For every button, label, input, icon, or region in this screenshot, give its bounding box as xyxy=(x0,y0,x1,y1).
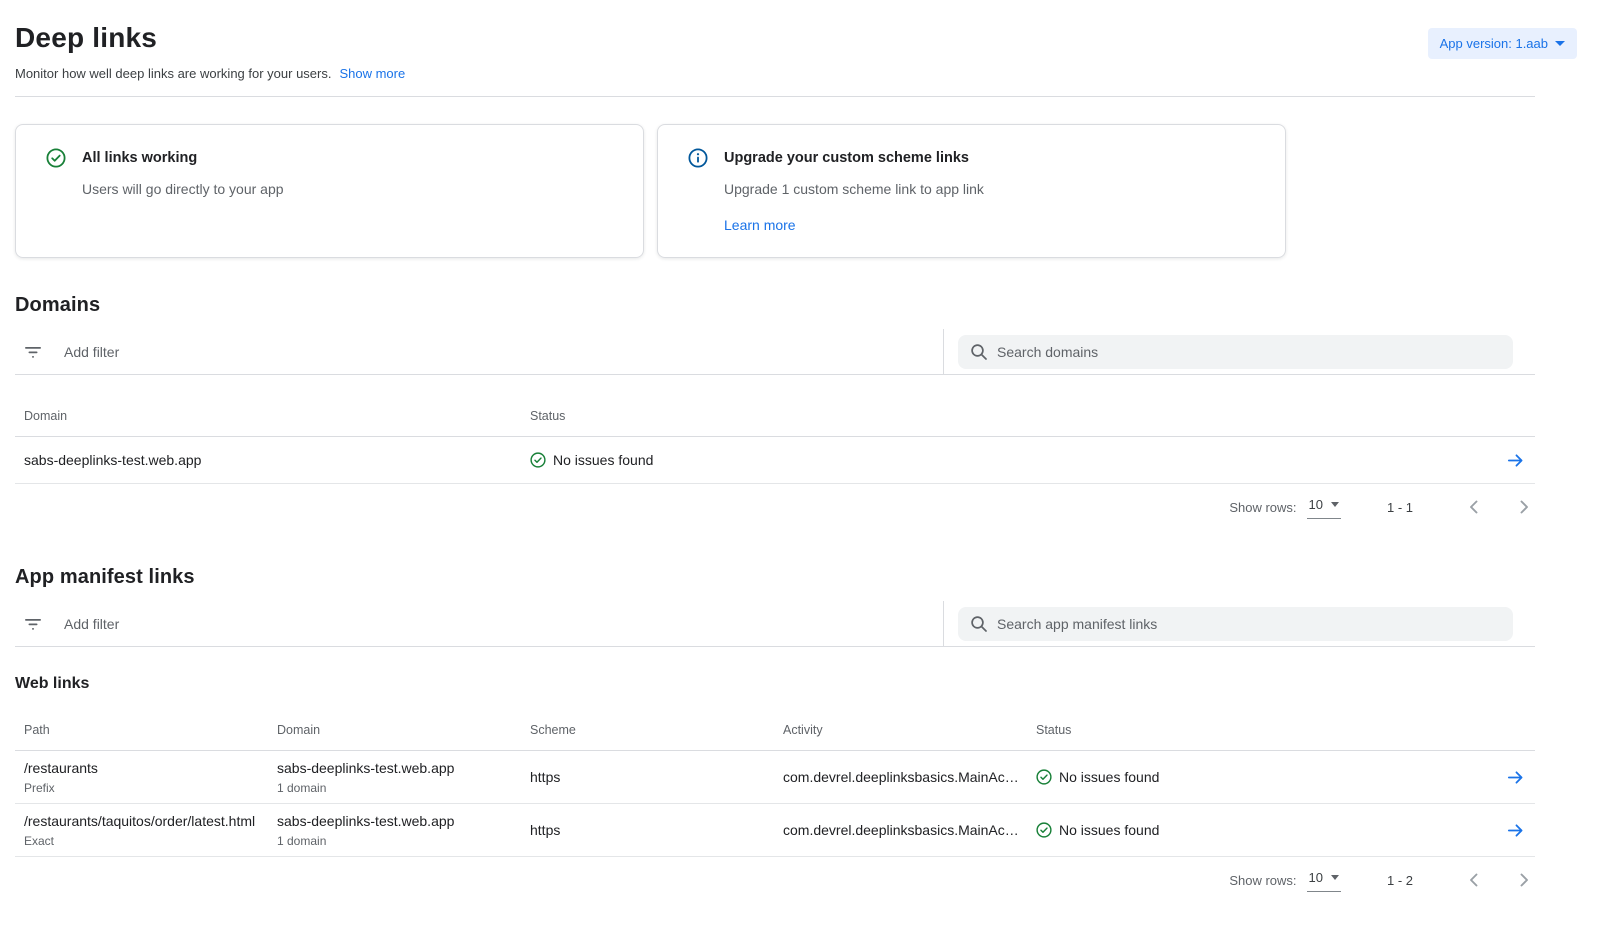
chevron-down-icon xyxy=(1331,502,1339,507)
show-rows-label: Show rows: xyxy=(1229,500,1296,515)
arrow-right-icon xyxy=(1506,768,1525,787)
add-filter-label: Add filter xyxy=(64,344,119,360)
status-text: No issues found xyxy=(553,452,653,468)
domain-cell: sabs-deeplinks-test.web.app xyxy=(24,452,530,468)
rows-per-page-select[interactable]: 10 xyxy=(1307,868,1341,892)
card-title: Upgrade your custom scheme links xyxy=(724,144,984,166)
chevron-down-icon xyxy=(1331,875,1339,880)
manifest-add-filter-button[interactable]: Add filter xyxy=(15,601,943,646)
rows-per-page-select[interactable]: 10 xyxy=(1307,495,1341,519)
status-cards: All links working Users will go directly… xyxy=(15,124,1535,258)
page-subtitle: Monitor how well deep links are working … xyxy=(15,66,1535,81)
manifest-search-input[interactable] xyxy=(997,616,1501,632)
manifest-filter-bar: Add filter xyxy=(15,601,1535,647)
arrow-right-icon xyxy=(1506,821,1525,840)
chevron-left-icon xyxy=(1465,870,1485,890)
manifest-search-box xyxy=(958,607,1513,641)
filter-icon xyxy=(24,615,42,633)
domain-count: 1 domain xyxy=(277,834,516,848)
column-header-status: Status xyxy=(1036,723,1483,737)
path-type: Prefix xyxy=(24,781,263,795)
check-circle-icon xyxy=(1036,822,1052,838)
domains-search-area xyxy=(943,329,1535,374)
open-row-arrow-button[interactable] xyxy=(1504,766,1527,789)
web-links-table-header: Path Domain Scheme Activity Status xyxy=(15,693,1535,751)
open-row-arrow-button[interactable] xyxy=(1504,819,1527,842)
status-text: No issues found xyxy=(1059,822,1159,838)
subtitle-text: Monitor how well deep links are working … xyxy=(15,66,331,81)
rows-per-page-value: 10 xyxy=(1309,497,1323,512)
activity-cell: com.devrel.deeplinksbasics.MainActiv… xyxy=(783,769,1036,785)
upgrade-scheme-links-card: Upgrade your custom scheme links Upgrade… xyxy=(657,124,1286,258)
show-more-link[interactable]: Show more xyxy=(339,66,405,81)
page-title: Deep links xyxy=(15,22,1535,54)
domains-search-box xyxy=(958,335,1513,369)
web-link-table-row[interactable]: /restaurants/taquitos/order/latest.html … xyxy=(15,804,1535,857)
path-type: Exact xyxy=(24,834,263,848)
header-divider xyxy=(15,96,1535,97)
info-icon xyxy=(688,144,708,257)
status-cell: No issues found xyxy=(1036,822,1483,838)
status-text: No issues found xyxy=(1059,769,1159,785)
app-version-button[interactable]: App version: 1.aab xyxy=(1428,28,1577,59)
domain-table-row[interactable]: sabs-deeplinks-test.web.app No issues fo… xyxy=(15,437,1535,484)
column-header-status: Status xyxy=(530,409,1483,423)
check-circle-icon xyxy=(1036,769,1052,785)
page-range: 1 - 2 xyxy=(1387,873,1413,888)
domains-search-input[interactable] xyxy=(997,344,1501,360)
chevron-right-icon xyxy=(1515,497,1535,517)
domains-table-header: Domain Status xyxy=(15,375,1535,437)
deep-links-page: Deep links Monitor how well deep links a… xyxy=(0,0,1600,903)
web-links-pagination: Show rows: 10 1 - 2 xyxy=(15,857,1535,903)
next-page-button[interactable] xyxy=(1515,870,1535,890)
column-header-scheme: Scheme xyxy=(530,723,783,737)
domain-cell: sabs-deeplinks-test.web.app 1 domain xyxy=(277,813,530,848)
chevron-left-icon xyxy=(1465,497,1485,517)
status-cell: No issues found xyxy=(530,452,1483,468)
page-range: 1 - 1 xyxy=(1387,500,1413,515)
next-page-button[interactable] xyxy=(1515,497,1535,517)
search-icon xyxy=(970,343,987,360)
scheme-cell: https xyxy=(530,769,783,785)
search-icon xyxy=(970,615,987,632)
chevron-right-icon xyxy=(1515,870,1535,890)
rows-per-page-value: 10 xyxy=(1309,870,1323,885)
open-row-arrow-button[interactable] xyxy=(1504,449,1527,472)
web-links-heading: Web links xyxy=(15,675,1535,693)
domains-add-filter-button[interactable]: Add filter xyxy=(15,329,943,374)
web-link-table-row[interactable]: /restaurants Prefix sabs-deeplinks-test.… xyxy=(15,751,1535,804)
all-links-working-card: All links working Users will go directly… xyxy=(15,124,644,258)
card-body: Users will go directly to your app xyxy=(82,181,284,197)
check-circle-icon xyxy=(46,144,66,257)
previous-page-button[interactable] xyxy=(1465,497,1485,517)
learn-more-link[interactable]: Learn more xyxy=(724,217,796,233)
domain-count: 1 domain xyxy=(277,781,516,795)
page-header: Deep links Monitor how well deep links a… xyxy=(15,22,1535,81)
status-cell: No issues found xyxy=(1036,769,1483,785)
card-body: Upgrade 1 custom scheme link to app link xyxy=(724,181,984,197)
domain-cell: sabs-deeplinks-test.web.app 1 domain xyxy=(277,760,530,795)
show-rows-label: Show rows: xyxy=(1229,873,1296,888)
column-header-activity: Activity xyxy=(783,723,1036,737)
manifest-search-area xyxy=(943,601,1535,646)
column-header-path: Path xyxy=(24,723,277,737)
chevron-down-icon xyxy=(1555,41,1565,46)
app-manifest-heading: App manifest links xyxy=(15,566,1535,589)
scheme-cell: https xyxy=(530,822,783,838)
previous-page-button[interactable] xyxy=(1465,870,1485,890)
domains-heading: Domains xyxy=(15,294,1535,317)
path-cell: /restaurants/taquitos/order/latest.html … xyxy=(24,813,277,848)
app-version-label: App version: 1.aab xyxy=(1440,36,1548,51)
path-cell: /restaurants Prefix xyxy=(24,760,277,795)
filter-icon xyxy=(24,343,42,361)
column-header-domain: Domain xyxy=(277,723,530,737)
arrow-right-icon xyxy=(1506,451,1525,470)
add-filter-label: Add filter xyxy=(64,616,119,632)
card-title: All links working xyxy=(82,144,284,166)
domains-filter-bar: Add filter xyxy=(15,329,1535,375)
check-circle-icon xyxy=(530,452,546,468)
activity-cell: com.devrel.deeplinksbasics.MainActiv… xyxy=(783,822,1036,838)
domains-pagination: Show rows: 10 1 - 1 xyxy=(15,484,1535,530)
column-header-domain: Domain xyxy=(24,409,530,423)
